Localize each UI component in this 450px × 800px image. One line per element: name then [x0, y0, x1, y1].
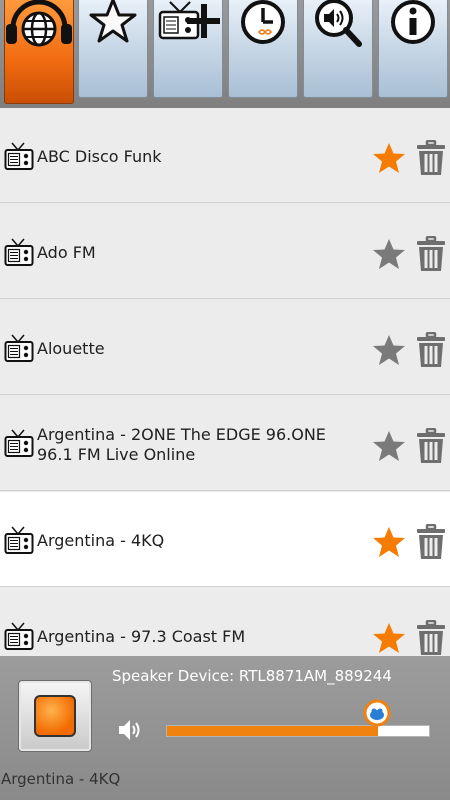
- search-speaker-icon: [312, 0, 364, 52]
- tab-info[interactable]: [378, 0, 448, 98]
- radio-icon: [4, 333, 34, 367]
- volume-slider-knob[interactable]: [363, 699, 391, 731]
- tab-timer[interactable]: [228, 0, 298, 98]
- clock-icon: [239, 0, 287, 50]
- favorite-star-icon[interactable]: [372, 334, 406, 370]
- radio-icon: [4, 237, 34, 271]
- radio-icon: [4, 621, 34, 655]
- tab-search[interactable]: [303, 0, 373, 98]
- station-name: Alouette: [37, 339, 105, 358]
- station-row[interactable]: Argentina - 4KQ: [0, 492, 450, 587]
- station-row[interactable]: Alouette: [0, 300, 450, 395]
- radio-icon: [4, 141, 34, 175]
- favorite-star-icon[interactable]: [372, 622, 406, 656]
- now-playing-label: Argentina - 4KQ: [1, 770, 121, 788]
- radio-icon: [4, 428, 34, 462]
- station-name: Argentina - 2ONE The EDGE 96.ONE 96.1 FM…: [37, 425, 326, 464]
- station-row[interactable]: Argentina - 97.3 Coast FM: [0, 588, 450, 656]
- favorite-star-icon[interactable]: [372, 238, 406, 274]
- station-name: Argentina - 97.3 Coast FM: [37, 627, 246, 646]
- favorite-star-icon[interactable]: [372, 430, 406, 466]
- delete-trash-icon[interactable]: [416, 331, 446, 372]
- tab-add-station[interactable]: [153, 0, 223, 98]
- radio-globe-headphones-icon: [3, 0, 75, 52]
- favorite-star-icon[interactable]: [372, 526, 406, 562]
- volume-icon: [117, 718, 143, 746]
- star-icon: [89, 0, 137, 48]
- delete-trash-icon[interactable]: [416, 235, 446, 276]
- info-icon: [389, 0, 437, 50]
- station-name: Argentina - 4KQ: [37, 531, 165, 550]
- volume-fill: [167, 726, 378, 736]
- station-list[interactable]: ABC Disco Funk Ado FM Alouette Argentina…: [0, 108, 450, 656]
- delete-trash-icon[interactable]: [416, 427, 446, 468]
- favorite-star-icon[interactable]: [372, 142, 406, 178]
- delete-trash-icon[interactable]: [416, 139, 446, 180]
- stop-button[interactable]: [18, 680, 92, 752]
- delete-trash-icon[interactable]: [416, 523, 446, 564]
- station-name: Ado FM: [37, 243, 96, 262]
- top-tab-bar: [0, 0, 450, 108]
- station-row[interactable]: ABC Disco Funk: [0, 108, 450, 203]
- radio-icon: [4, 525, 34, 559]
- tab-favorites[interactable]: [78, 0, 148, 98]
- stop-icon: [34, 695, 76, 737]
- tab-radio[interactable]: [4, 0, 74, 104]
- speaker-device-label: Speaker Device: RTL8871AM_889244: [112, 667, 392, 685]
- station-row[interactable]: Ado FM: [0, 204, 450, 299]
- station-row[interactable]: Argentina - 2ONE The EDGE 96.ONE 96.1 FM…: [0, 396, 450, 491]
- player-panel: Speaker Device: RTL8871AM_889244 Argenti…: [0, 656, 450, 800]
- radio-add-icon: [156, 0, 221, 48]
- station-name: ABC Disco Funk: [37, 147, 162, 166]
- delete-trash-icon[interactable]: [416, 619, 446, 656]
